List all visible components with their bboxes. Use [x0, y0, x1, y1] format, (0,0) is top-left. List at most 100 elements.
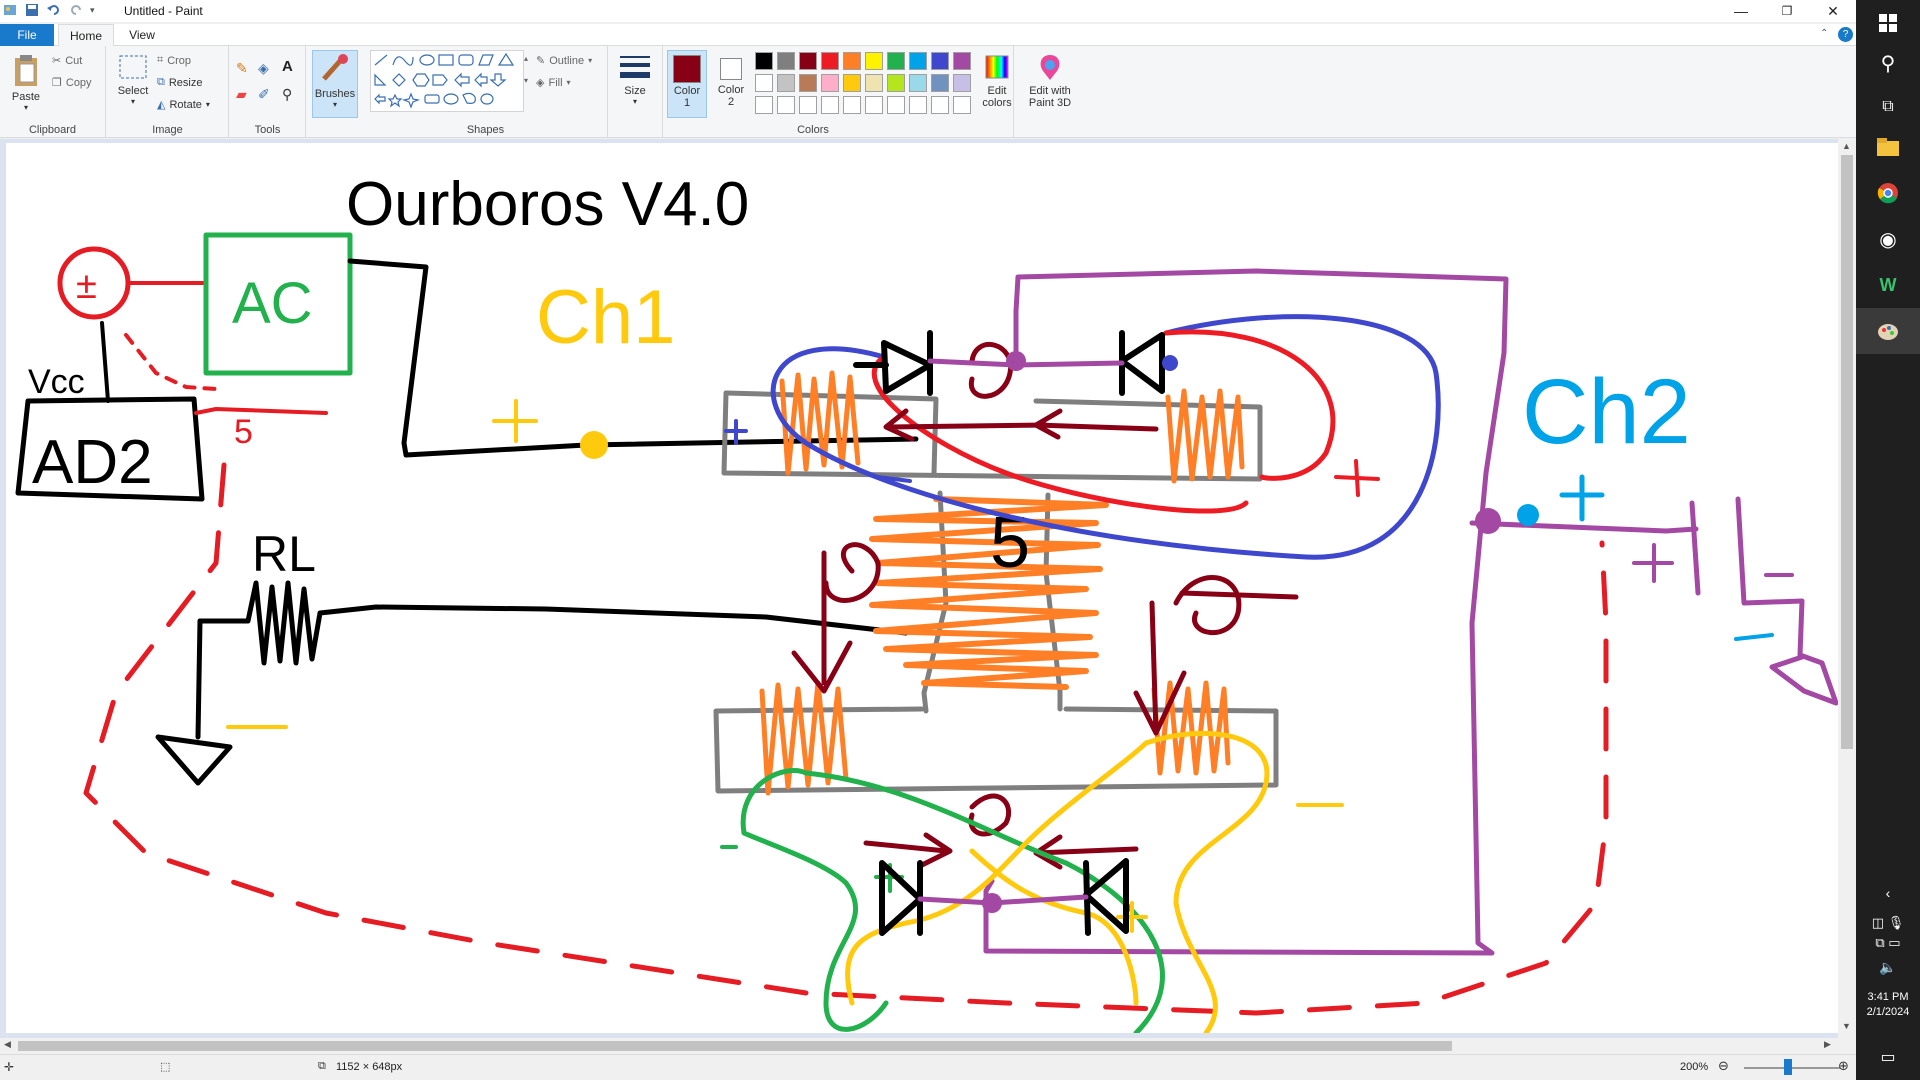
vertical-scrollbar[interactable]: ▲ ▼: [1838, 139, 1856, 1039]
select-dropdown-icon[interactable]: ▾: [111, 97, 155, 106]
outline-button[interactable]: ✎ Outline ▾: [536, 54, 592, 68]
pencil-icon[interactable]: ✎: [236, 60, 248, 77]
cut-button[interactable]: ✂ Cut: [52, 54, 82, 68]
palette-swatch[interactable]: [777, 74, 795, 92]
tools-group: ✎ ◈ A ▰ ✐ ⚲ Tools: [230, 46, 306, 138]
palette-swatch[interactable]: [909, 52, 927, 70]
palette-swatch[interactable]: [799, 52, 817, 70]
zoom-out-icon[interactable]: ⊖: [1718, 1058, 1729, 1074]
palette-swatch[interactable]: [755, 52, 773, 70]
canvas-area: Ourboros V4.0 ± AC AD2 Vcc 5 Ch1 RL Ch2 …: [0, 139, 1856, 1039]
palette-swatch[interactable]: [777, 96, 795, 114]
file-explorer-icon[interactable]: [1856, 124, 1920, 170]
color1-button[interactable]: Color 1: [667, 50, 707, 118]
palette-swatch[interactable]: [843, 52, 861, 70]
tab-view[interactable]: View: [118, 24, 166, 46]
magnifier-icon[interactable]: ⚲: [282, 86, 292, 103]
shapes-gallery[interactable]: [370, 50, 524, 112]
scroll-right-icon[interactable]: ▶: [1824, 1039, 1831, 1050]
palette-swatch[interactable]: [777, 52, 795, 70]
cursor-position-icon: ✛: [4, 1060, 15, 1074]
chrome-icon[interactable]: [1856, 170, 1920, 216]
palette-swatch[interactable]: [887, 74, 905, 92]
ch2-wire: [1469, 520, 1699, 534]
color-picker-icon[interactable]: ✐: [258, 86, 270, 103]
brushes-button[interactable]: Brushes ▾: [312, 50, 358, 118]
undo-icon[interactable]: [46, 2, 62, 18]
palette-swatch[interactable]: [755, 74, 773, 92]
rotate-button[interactable]: ◭ Rotate ▾: [157, 98, 210, 112]
zoom-slider[interactable]: [1744, 1067, 1840, 1069]
volume-icon[interactable]: 🔈: [1856, 944, 1920, 990]
save-icon[interactable]: [24, 2, 40, 18]
palette-swatch[interactable]: [843, 96, 861, 114]
collapse-ribbon-icon[interactable]: ⌃: [1820, 28, 1828, 39]
color1-swatch: [673, 55, 701, 83]
paint-taskbar-icon[interactable]: [1856, 308, 1920, 354]
edit-colors-button[interactable]: Edit colors: [975, 52, 1019, 109]
palette-swatch[interactable]: [887, 52, 905, 70]
restore-button[interactable]: ❐: [1764, 0, 1810, 22]
tab-home[interactable]: Home: [58, 24, 114, 46]
palette-swatch[interactable]: [865, 74, 883, 92]
eraser-icon[interactable]: ▰: [236, 86, 247, 103]
size-button[interactable]: Size ▾: [612, 52, 658, 106]
palette-swatch[interactable]: [799, 74, 817, 92]
palette-swatch[interactable]: [953, 74, 971, 92]
palette-swatch[interactable]: [887, 96, 905, 114]
palette-swatch[interactable]: [821, 52, 839, 70]
horizontal-scroll-thumb[interactable]: [18, 1041, 1452, 1051]
palette-swatch[interactable]: [843, 74, 861, 92]
help-icon[interactable]: ?: [1838, 27, 1853, 42]
zoom-slider-thumb[interactable]: [1784, 1059, 1792, 1075]
customize-qat-icon[interactable]: ▾: [90, 5, 95, 16]
notifications-icon[interactable]: ▭: [1856, 1034, 1920, 1080]
drawing-canvas[interactable]: Ourboros V4.0 ± AC AD2 Vcc 5 Ch1 RL Ch2 …: [6, 143, 1840, 1033]
palette-swatch[interactable]: [821, 74, 839, 92]
search-icon[interactable]: ⚲: [1856, 40, 1920, 86]
scroll-down-icon[interactable]: ▼: [1842, 1021, 1851, 1031]
paste-dropdown-icon[interactable]: ▾: [6, 103, 46, 112]
palette-swatch[interactable]: [821, 96, 839, 114]
resize-button[interactable]: ⧉ Resize: [157, 76, 202, 89]
palette-swatch[interactable]: [865, 96, 883, 114]
palette-swatch[interactable]: [953, 96, 971, 114]
scroll-left-icon[interactable]: ◀: [4, 1039, 11, 1050]
select-button[interactable]: Select ▾: [111, 52, 155, 106]
palette-swatch[interactable]: [909, 96, 927, 114]
palette-swatch[interactable]: [909, 74, 927, 92]
fill-button[interactable]: ◈ Fill ▾: [536, 76, 571, 90]
paste-button[interactable]: Paste ▾: [6, 52, 46, 112]
clock[interactable]: 3:41 PM 2/1/2024: [1856, 990, 1920, 1020]
recorder-icon[interactable]: ◉: [1856, 216, 1920, 262]
tab-file[interactable]: File: [0, 24, 54, 46]
palette-swatch[interactable]: [755, 96, 773, 114]
waveforms-icon[interactable]: W: [1856, 262, 1920, 308]
vertical-scroll-thumb[interactable]: [1841, 155, 1853, 749]
copy-button[interactable]: ❐ Copy: [52, 76, 92, 90]
paint-app-icon[interactable]: [2, 2, 18, 18]
horizontal-scrollbar[interactable]: ◀ ▶: [0, 1038, 1838, 1054]
edit-with-paint3d-button[interactable]: Edit with Paint 3D: [1018, 52, 1082, 109]
crop-button[interactable]: ⌗ Crop: [157, 54, 191, 67]
close-button[interactable]: ✕: [1810, 0, 1856, 22]
select-icon: [119, 55, 147, 79]
redo-icon[interactable]: [68, 2, 84, 18]
bottom-diode-link: [917, 894, 1089, 906]
shapes-scroll-down-icon[interactable]: ▾: [524, 76, 528, 85]
scroll-up-icon[interactable]: ▲: [1842, 141, 1851, 151]
fill-bucket-icon[interactable]: ◈: [258, 60, 269, 77]
palette-swatch[interactable]: [953, 52, 971, 70]
palette-swatch[interactable]: [931, 96, 949, 114]
palette-swatch[interactable]: [865, 52, 883, 70]
zoom-in-icon[interactable]: ⊕: [1838, 1058, 1849, 1074]
coil-top-left: [779, 370, 861, 476]
palette-swatch[interactable]: [799, 96, 817, 114]
palette-swatch[interactable]: [931, 74, 949, 92]
text-tool-icon[interactable]: A: [282, 58, 293, 75]
color2-button[interactable]: Color 2: [711, 50, 751, 118]
minimize-button[interactable]: —: [1718, 0, 1764, 22]
shapes-scroll-up-icon[interactable]: ▴: [524, 54, 528, 63]
palette-swatch[interactable]: [931, 52, 949, 70]
scissors-icon: ✂: [52, 55, 62, 67]
